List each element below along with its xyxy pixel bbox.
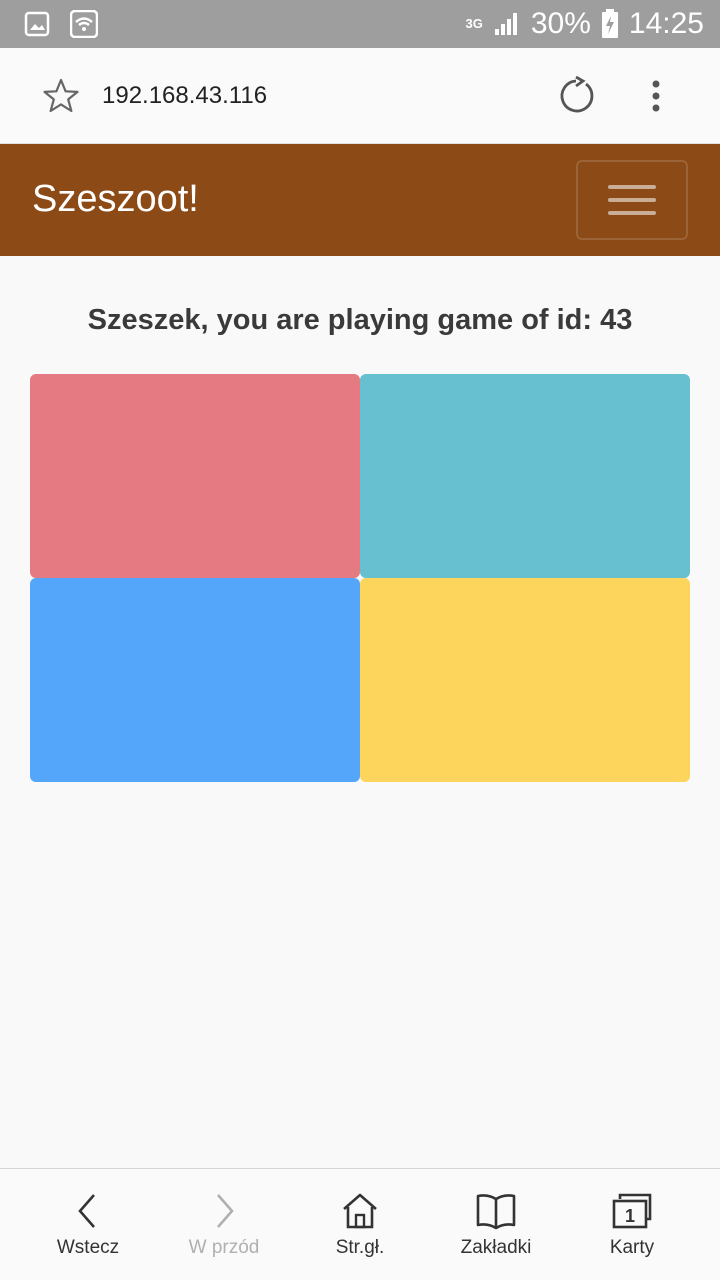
hamburger-icon: [608, 185, 656, 189]
reload-icon[interactable]: [556, 75, 596, 121]
wifi-icon: [70, 10, 98, 38]
home-button-label: Str.gł.: [335, 1236, 385, 1258]
tabs-button-label: Karty: [609, 1236, 655, 1258]
more-vert-icon[interactable]: [644, 76, 668, 121]
tabs-icon: 1: [612, 1193, 652, 1228]
battery-charging-icon: [601, 9, 619, 39]
home-button[interactable]: Str.gł.: [300, 1191, 420, 1259]
back-button[interactable]: Wstecz: [28, 1191, 148, 1259]
brand-title[interactable]: Szeszoot!: [32, 178, 199, 221]
answer-tile-red[interactable]: [30, 374, 360, 578]
answer-tiles: [30, 374, 690, 782]
navbar-toggle-button[interactable]: [576, 160, 688, 240]
signal-icon: [493, 11, 521, 37]
bookmarks-button-label: Zakładki: [460, 1236, 532, 1258]
status-bar: 3G 30% 14:25: [0, 0, 720, 48]
forward-arrow-icon: [217, 1193, 234, 1228]
forward-button-label: W przód: [188, 1236, 260, 1258]
answer-tile-yellow[interactable]: [360, 578, 690, 782]
clock: 14:25: [628, 7, 704, 40]
tabs-button[interactable]: 1 Karty: [572, 1191, 692, 1259]
back-button-label: Wstecz: [56, 1236, 120, 1258]
back-arrow-icon: [78, 1193, 95, 1228]
bookmarks-button[interactable]: Zakładki: [436, 1191, 556, 1259]
url-field[interactable]: 192.168.43.116: [102, 82, 267, 110]
tab-count: 1: [625, 1206, 635, 1226]
home-icon: [343, 1193, 377, 1228]
browser-bottom-toolbar: Wstecz W przód Str.gł. Zakładki 1 Karty: [0, 1168, 720, 1280]
site-navbar: Szeszoot!: [0, 144, 720, 256]
game-heading: Szeszek, you are playing game of id: 43: [87, 304, 633, 336]
forward-button[interactable]: W przód: [164, 1191, 284, 1259]
star-icon[interactable]: [42, 78, 80, 119]
gallery-icon: [24, 11, 50, 37]
network-type-label: 3G: [465, 16, 483, 31]
battery-percent: 30%: [530, 7, 591, 40]
answer-tile-blue[interactable]: [30, 578, 360, 782]
bookmarks-icon: [476, 1193, 516, 1229]
answer-tile-teal[interactable]: [360, 374, 690, 578]
browser-address-bar: 192.168.43.116: [0, 48, 720, 144]
